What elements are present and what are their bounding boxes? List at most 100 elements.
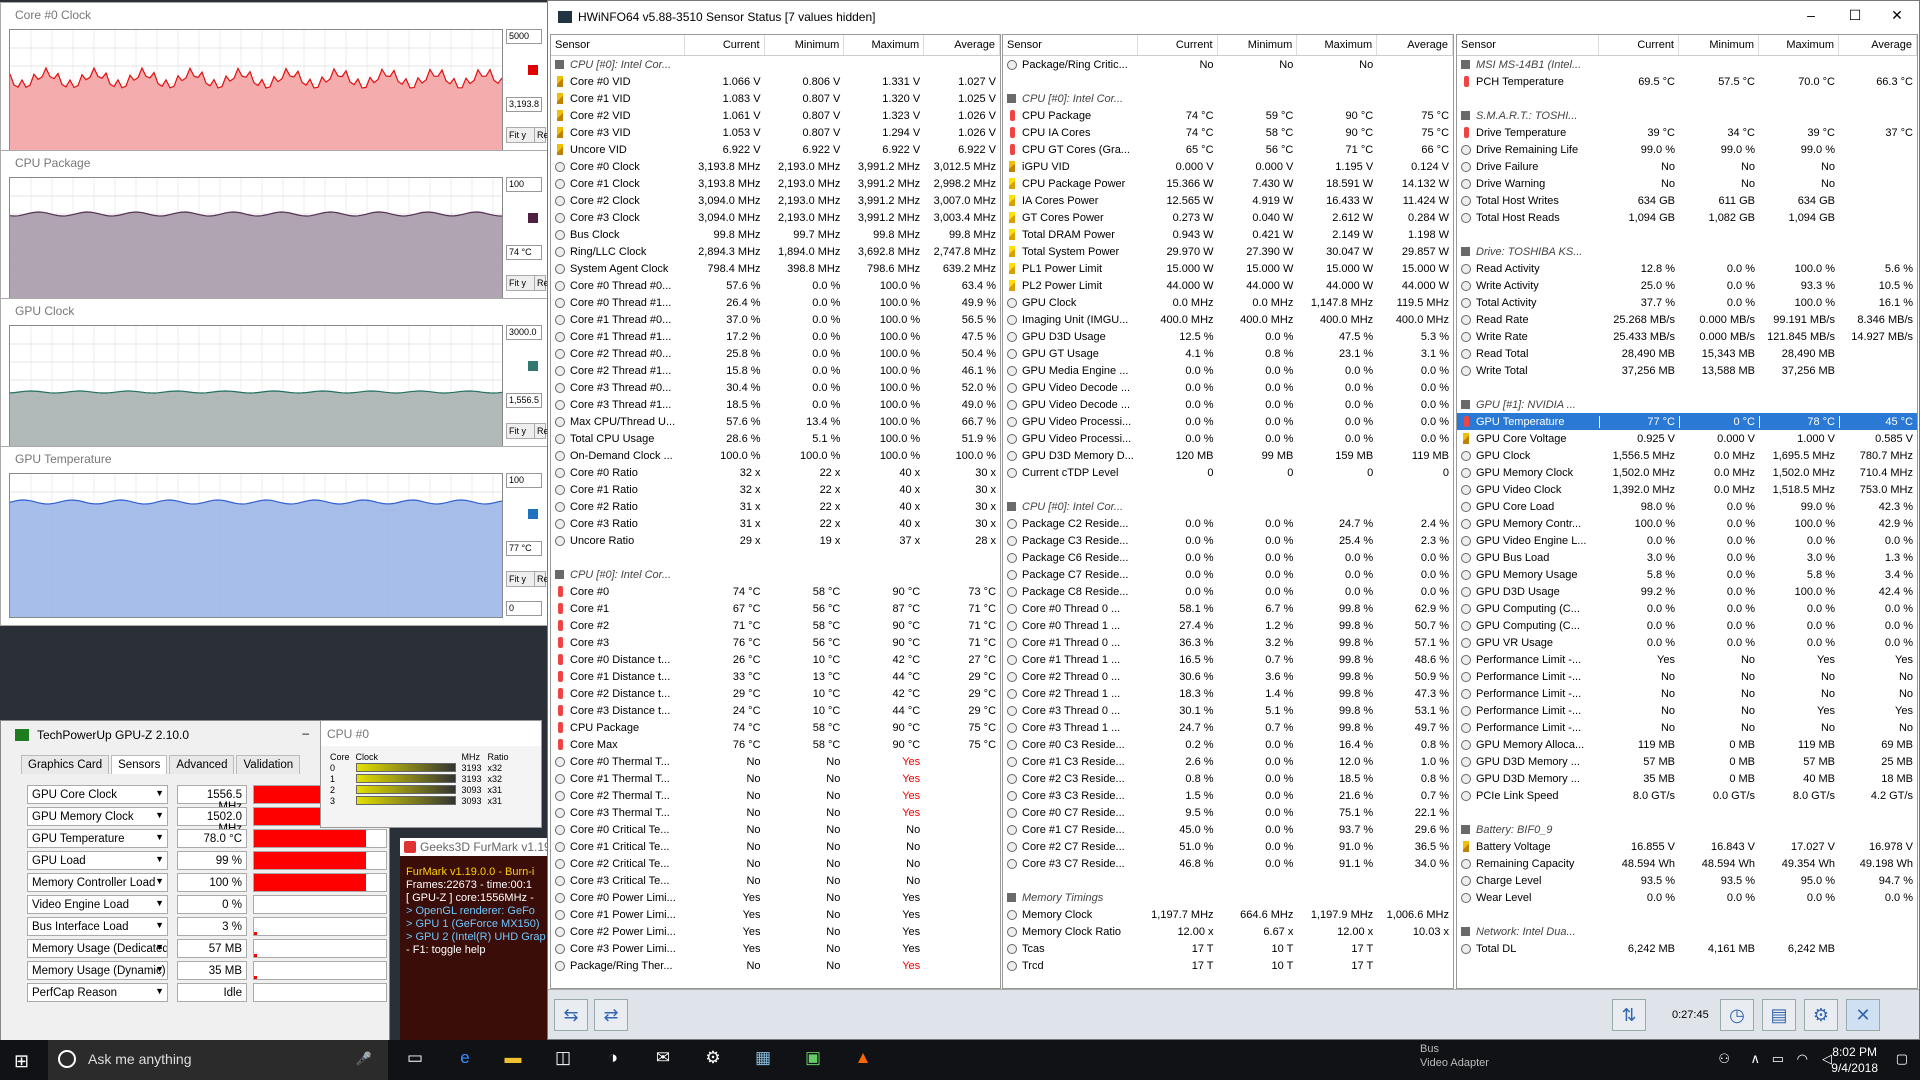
sensor-row[interactable]: Tcas 17 T 10 T 17 T [1003,940,1453,957]
sensor-row[interactable]: Core #0 Thread 0 ... 58.1 % 6.7 % 99.8 % 62.… [1003,600,1453,617]
scroll-left-icon[interactable]: ⇆ [554,999,588,1031]
sensor-row[interactable]: Wear Level 0.0 % 0.0 % 0.0 % 0.0 % [1457,889,1917,906]
sensor-row[interactable]: Battery Voltage 16.855 V 16.843 V 17.027 V 1… [1457,838,1917,855]
sensor-row[interactable]: Imaging Unit (IMGU... 400.0 MHz 400.0 MHz 4… [1003,311,1453,328]
sensor-row[interactable]: GPU Temperature 77 °C 0 °C 78 °C 45 °C [1457,413,1917,430]
sensor-row[interactable]: Drive Remaining Life 99.0 % 99.0 % 99.0 % [1457,141,1917,158]
sensor-row[interactable]: Core #1 67 °C 56 °C 87 °C 71 °C [551,600,1000,617]
sensor-row[interactable]: GPU D3D Memory ... 35 MB 0 MB 40 MB 18 MB [1457,770,1917,787]
column-maximum[interactable]: Maximum [1297,35,1378,55]
microphone-icon[interactable]: 🎤 [356,1051,372,1067]
sensor-row[interactable]: Core #2 Critical Te... No No No [551,855,1000,872]
sensor-row[interactable]: Core #1 Ratio 32 x 22 x 40 x 30 x [551,481,1000,498]
sensor-row[interactable]: GPU Core Voltage 0.925 V 0.000 V 1.000 V 0.5… [1457,430,1917,447]
sensor-row[interactable]: Total DL 6,242 MB 4,161 MB 6,242 MB [1457,940,1917,957]
column-current[interactable]: Current [685,35,765,55]
sensor-group-header[interactable]: CPU [#0]: Intel Cor... [551,56,1000,73]
sensor-row[interactable]: CPU Package 74 °C 59 °C 90 °C 75 °C [1003,107,1453,124]
sensor-row[interactable]: Read Rate 25.268 MB/s 0.000 MB/s 99.191 MB/… [1457,311,1917,328]
sensor-row[interactable]: Ring/LLC Clock 2,894.3 MHz 1,894.0 MHz 3,69… [551,243,1000,260]
sensor-row[interactable]: GPU Memory Clock 1,502.0 MHz 0.0 MHz 1,502.… [1457,464,1917,481]
sensor-row[interactable]: Write Activity 25.0 % 0.0 % 93.3 % 10.5 % [1457,277,1917,294]
sensor-row[interactable]: CPU Package Power 15.366 W 7.430 W 18.591 W… [1003,175,1453,192]
sensor-row[interactable]: Core #3 Power Limi... Yes No Yes [551,940,1000,957]
cpu0-title[interactable]: CPU #0 [321,721,541,746]
chevron-down-icon[interactable]: ▼ [155,854,164,864]
battery-icon[interactable]: ▭ [1772,1051,1784,1067]
sensor-row[interactable]: Package C3 Reside... 0.0 % 0.0 % 25.4 % 2.3 … [1003,532,1453,549]
tab-graphics-card[interactable]: Graphics Card [21,755,110,774]
gpuz-task-icon[interactable]: ▣ [800,1048,826,1072]
column-sensor[interactable]: Sensor [1457,35,1599,55]
sensor-row[interactable]: Core #3 Thread 0 ... 30.1 % 5.1 % 99.8 % 53.… [1003,702,1453,719]
sensor-row[interactable]: Bus Clock 99.8 MHz 99.7 MHz 99.8 MHz 99.8 MH… [551,226,1000,243]
sensor-row[interactable]: Core #3 Clock 3,094.0 MHz 2,193.0 MHz 3,991… [551,209,1000,226]
sensor-row[interactable]: Core #1 Distance t... 33 °C 13 °C 44 °C 29 °… [551,668,1000,685]
sensor-row[interactable]: Core Max 76 °C 58 °C 90 °C 75 °C [551,736,1000,753]
sensor-row[interactable]: GPU Video Processi... 0.0 % 0.0 % 0.0 % 0.0 … [1003,413,1453,430]
sensor-row[interactable]: Core #0 C7 Reside... 9.5 % 0.0 % 75.1 % 22.1… [1003,804,1453,821]
sensor-group-header[interactable]: CPU [#0]: Intel Cor... [551,566,1000,583]
sensor-row[interactable]: GPU D3D Memory D... 120 MB 99 MB 159 MB 119 … [1003,447,1453,464]
sensor-row[interactable]: Performance Limit -... No No Yes Yes [1457,702,1917,719]
sensor-row[interactable]: GPU Memory Contr... 100.0 % 0.0 % 100.0 % 42… [1457,515,1917,532]
sensor-row[interactable]: Total System Power 29.970 W 27.390 W 30.047… [1003,243,1453,260]
chevron-down-icon[interactable]: ▼ [155,986,164,996]
gpuz-sensor-dropdown[interactable]: GPU Memory Clock ▼ [27,807,168,826]
sensor-row[interactable]: Uncore VID 6.922 V 6.922 V 6.922 V 6.922 V [551,141,1000,158]
sensor-row[interactable]: Core #1 C3 Reside... 2.6 % 0.0 % 12.0 % 1.0 … [1003,753,1453,770]
sensor-row[interactable]: GPU D3D Usage 99.2 % 0.0 % 100.0 % 42.4 % [1457,583,1917,600]
sensor-row[interactable]: Core #3 Critical Te... No No No [551,872,1000,889]
sensor-row[interactable]: Remaining Capacity 48.594 Wh 48.594 Wh 49.3… [1457,855,1917,872]
hwinfo-task-icon[interactable]: ▦ [750,1048,776,1072]
taskbar-clock[interactable]: 8:02 PM 9/4/2018 [1831,1044,1878,1076]
sensor-row[interactable]: Total Activity 37.7 % 0.0 % 100.0 % 16.1 % [1457,294,1917,311]
sensor-row[interactable]: GPU D3D Memory ... 57 MB 0 MB 57 MB 25 MB [1457,753,1917,770]
sensor-row[interactable]: Memory Clock 1,197.7 MHz 664.6 MHz 1,197.9 … [1003,906,1453,923]
settings-icon[interactable]: ⚙ [1804,999,1838,1031]
sensor-row[interactable]: Performance Limit -... Yes No Yes Yes [1457,651,1917,668]
sensor-row[interactable]: CPU GT Cores (Gra... 65 °C 56 °C 71 °C 66 °C [1003,141,1453,158]
chevron-down-icon[interactable]: ▼ [155,832,164,842]
tab-advanced[interactable]: Advanced [169,755,235,774]
column-average[interactable]: Average [1377,35,1453,55]
gpuz-sensor-dropdown[interactable]: Memory Controller Load ▼ [27,873,168,892]
sensor-row[interactable]: Drive Warning No No No [1457,175,1917,192]
sensor-row[interactable]: Core #1 Thread 0 ... 36.3 % 3.2 % 99.8 % 57.… [1003,634,1453,651]
sensor-row[interactable]: System Agent Clock 798.4 MHz 398.8 MHz 798.… [551,260,1000,277]
sensor-row[interactable]: GPU Video Clock 1,392.0 MHz 0.0 MHz 1,518.5… [1457,481,1917,498]
sensor-row[interactable]: iGPU VID 0.000 V 0.000 V 1.195 V 0.124 V [1003,158,1453,175]
sensor-row[interactable]: Read Total 28,490 MB 15,343 MB 28,490 MB [1457,345,1917,362]
tray-chevron-icon[interactable]: ∧ [1750,1051,1760,1067]
sensor-row[interactable]: Max CPU/Thread U... 57.6 % 13.4 % 100.0 % 66… [551,413,1000,430]
sensor-row[interactable]: GPU Memory Usage 5.8 % 0.0 % 5.8 % 3.4 % [1457,566,1917,583]
chevron-down-icon[interactable]: ▼ [155,920,164,930]
maximize-icon[interactable]: ☐ [1835,7,1875,24]
sensor-row[interactable]: Core #2 Distance t... 29 °C 10 °C 42 °C 29 °… [551,685,1000,702]
sensor-row[interactable]: Core #3 C3 Reside... 1.5 % 0.0 % 21.6 % 0.7 … [1003,787,1453,804]
clock-icon[interactable]: ◷ [1720,999,1754,1031]
sensor-row[interactable]: Core #2 Clock 3,094.0 MHz 2,193.0 MHz 3,991… [551,192,1000,209]
sensor-row[interactable]: GPU Bus Load 3.0 % 0.0 % 3.0 % 1.3 % [1457,549,1917,566]
column-sensor[interactable]: Sensor [551,35,685,55]
sensor-row[interactable]: Core #3 Ratio 31 x 22 x 40 x 30 x [551,515,1000,532]
sensor-row[interactable]: Memory Clock Ratio 12.00 x 6.67 x 12.00 x 10… [1003,923,1453,940]
gpuz-sensor-dropdown[interactable]: Bus Interface Load ▼ [27,917,168,936]
sensor-row[interactable]: PL1 Power Limit 15.000 W 15.000 W 15.000 W 1… [1003,260,1453,277]
sensor-row[interactable]: Core #0 Clock 3,193.8 MHz 2,193.0 MHz 3,991… [551,158,1000,175]
sensor-row[interactable]: Core #2 Thread #1... 15.8 % 0.0 % 100.0 % 46… [551,362,1000,379]
sensor-row[interactable]: Core #0 Critical Te... No No No [551,821,1000,838]
sensor-row[interactable]: Uncore Ratio 29 x 19 x 37 x 28 x [551,532,1000,549]
sensor-row[interactable]: Package C8 Reside... 0.0 % 0.0 % 0.0 % 0.0 % [1003,583,1453,600]
sensor-row[interactable]: PL2 Power Limit 44.000 W 44.000 W 44.000 W 4… [1003,277,1453,294]
graph-reset-button[interactable]: Re [534,127,549,143]
sensor-row[interactable]: CPU IA Cores 74 °C 58 °C 90 °C 75 °C [1003,124,1453,141]
column-average[interactable]: Average [924,35,1000,55]
sensor-row[interactable]: Core #1 Thread #0... 37.0 % 0.0 % 100.0 % 56… [551,311,1000,328]
task-view-icon[interactable]: ▭ [402,1048,428,1072]
chevron-down-icon[interactable]: ▼ [155,876,164,886]
sensor-row[interactable]: GPU VR Usage 0.0 % 0.0 % 0.0 % 0.0 % [1457,634,1917,651]
sensor-row[interactable]: Core #1 Critical Te... No No No [551,838,1000,855]
sensor-row[interactable]: Core #3 Thermal T... No No Yes [551,804,1000,821]
column-maximum[interactable]: Maximum [844,35,925,55]
